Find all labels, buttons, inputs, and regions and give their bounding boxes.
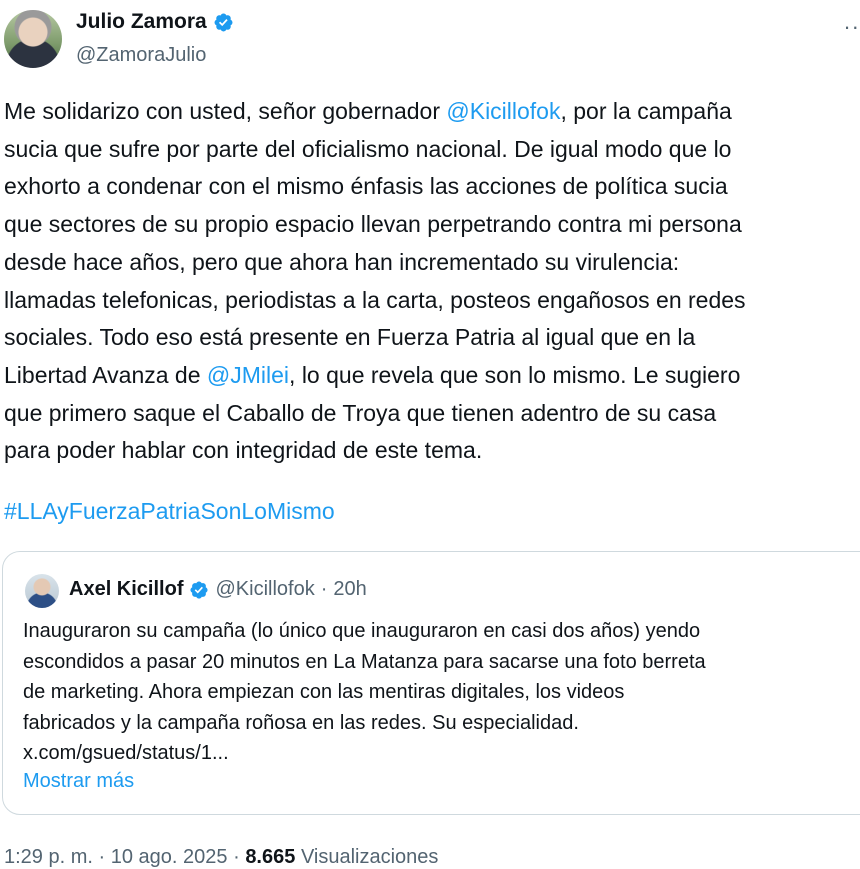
- mention-link[interactable]: @JMilei: [207, 362, 289, 388]
- author-display-name[interactable]: Julio Zamora: [76, 10, 207, 34]
- verified-badge-icon: [190, 580, 209, 599]
- tweet-text-segment: para poder hablar con integridad de este…: [4, 437, 483, 464]
- tweet-text-segment: llamadas telefonicas, periodistas a la c…: [4, 286, 746, 313]
- mention-link[interactable]: @Kicillofok: [446, 98, 560, 124]
- author-avatar[interactable]: [4, 10, 62, 68]
- show-more-link[interactable]: Mostrar más: [23, 770, 134, 793]
- quoted-text-line: escondidos a pasar 20 minutos en La Mata…: [23, 650, 706, 673]
- quoted-separator: ·: [320, 578, 328, 600]
- tweet-date[interactable]: 10 ago. 2025: [111, 846, 228, 868]
- tweet-header: Julio Zamora @ZamoraJulio ··: [0, 0, 860, 80]
- tweet-text: Me solidarizo con usted, señor gobernado…: [4, 93, 860, 470]
- tweet-text-line: para poder hablar con integridad de este…: [4, 432, 860, 470]
- tweet-text-line: desde hace años, pero que ahora han incr…: [4, 244, 860, 282]
- meta-separator: ·: [233, 846, 240, 868]
- views-count: 8.665: [245, 846, 296, 868]
- tweet-text-segment: sociales. Todo eso está presente en Fuer…: [4, 324, 696, 351]
- author-handle[interactable]: @ZamoraJulio: [76, 44, 206, 67]
- quoted-text-line: Inauguraron su campaña (lo único que ina…: [23, 620, 701, 642]
- tweet-text-line: llamadas telefonicas, periodistas a la c…: [4, 282, 860, 320]
- quoted-tweet-card[interactable]: Axel Kicillof @Kicillofok · 20h Inaugura…: [2, 551, 860, 815]
- tweet-text-segment: Me solidarizo con usted, señor gobernado…: [4, 98, 447, 124]
- quoted-tweet-header: Axel Kicillof @Kicillofok · 20h: [69, 578, 367, 601]
- author-name-row: Julio Zamora: [76, 10, 234, 34]
- tweet-text-segment: exhorto a condenar con el mismo énfasis …: [4, 173, 728, 200]
- tweet-text-line: sucia que sufre por parte del oficialism…: [4, 131, 860, 169]
- tweet-text-line: que primero saque el Caballo de Troya qu…: [4, 395, 860, 433]
- tweet-text-segment: desde hace años, pero que ahora han incr…: [4, 248, 680, 275]
- hashtag-link[interactable]: #LLAyFuerzaPatriaSonLoMismo: [4, 498, 335, 525]
- quoted-text-line: de marketing. Ahora empiezan con las men…: [23, 681, 625, 703]
- tweet-text-segment: que sectores de su propio espacio llevan…: [4, 211, 742, 238]
- meta-separator: ·: [98, 846, 106, 868]
- views-label: Visualizaciones: [300, 846, 439, 868]
- quoted-timestamp: 20h: [333, 578, 367, 600]
- tweet-meta: 1:29 p. m. · 10 ago. 2025 · 8.665 Visual…: [4, 846, 438, 869]
- tweet-text-segment: sucia que sufre por parte del oficialism…: [4, 135, 732, 162]
- quoted-text-line: x.com/gsued/status/1...: [23, 742, 229, 764]
- verified-badge-icon: [214, 13, 233, 31]
- tweet-text-line: que sectores de su propio espacio llevan…: [4, 206, 860, 244]
- tweet-text-segment: que primero saque el Caballo de Troya qu…: [4, 399, 717, 426]
- quoted-author-handle: @Kicillofok: [215, 578, 315, 600]
- tweet-text-line: sociales. Todo eso está presente en Fuer…: [4, 319, 860, 357]
- quoted-author-avatar: [25, 574, 59, 608]
- more-horizontal-icon[interactable]: ··: [843, 14, 860, 40]
- tweet-text-segment: , lo que revela que son lo mismo. Le sug…: [289, 361, 741, 388]
- quoted-text-line: fabricados y la campaña roñosa en las re…: [23, 711, 579, 734]
- quoted-tweet-text: Inauguraron su campaña (lo único que ina…: [23, 616, 706, 769]
- tweet-text-segment: Libertad Avanza de: [4, 361, 207, 388]
- tweet-text-line: Me solidarizo con usted, señor gobernado…: [4, 93, 860, 131]
- tweet-time[interactable]: 1:29 p. m.: [4, 846, 93, 868]
- tweet-text-segment: , por la campaña: [560, 98, 732, 124]
- tweet-text-line: Libertad Avanza de @JMilei, lo que revel…: [4, 357, 860, 395]
- tweet-text-line: exhorto a condenar con el mismo énfasis …: [4, 168, 860, 206]
- quoted-author-name: Axel Kicillof: [69, 578, 184, 600]
